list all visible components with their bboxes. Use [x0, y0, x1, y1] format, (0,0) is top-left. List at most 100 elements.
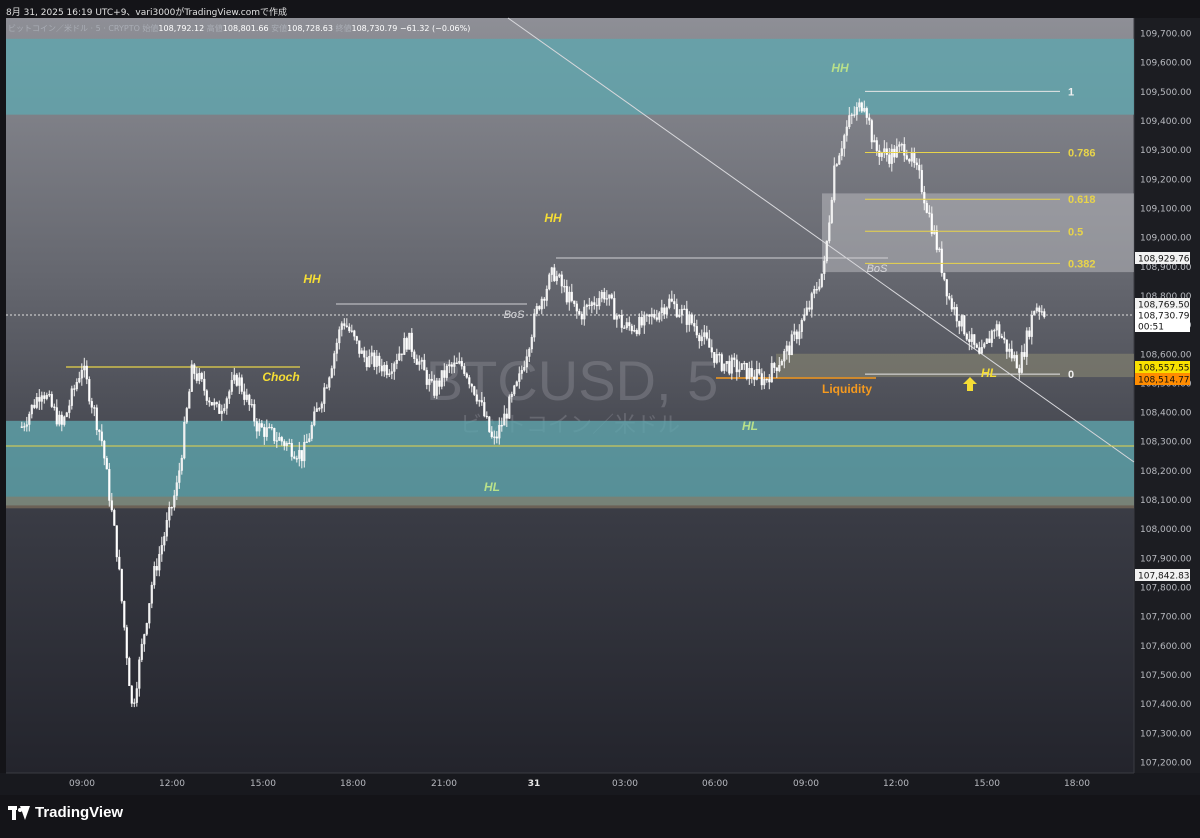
price-tick-label: 108,400.00 — [1140, 409, 1192, 419]
candle — [240, 374, 243, 395]
symbol-description[interactable]: ビットコイン／米ドル · 5 · CRYPTO — [8, 24, 140, 33]
price-tick-label: 109,600.00 — [1140, 59, 1192, 69]
svg-text:108,929.76: 108,929.76 — [1138, 255, 1190, 265]
structure-label[interactable]: HL — [742, 419, 758, 433]
time-tick-label: 06:00 — [702, 779, 728, 789]
close-label: 終値 — [335, 24, 352, 33]
svg-text:107,842.83: 107,842.83 — [1138, 572, 1190, 582]
candle — [88, 376, 91, 405]
svg-text:108,557.55: 108,557.55 — [1138, 364, 1190, 374]
low-value: 108,728.63 — [287, 24, 333, 33]
time-tick-label: 21:00 — [431, 779, 457, 789]
candle — [108, 462, 111, 507]
price-tag: 108,769.50 — [1135, 298, 1190, 311]
candle — [745, 362, 748, 381]
price-tick-label: 107,300.00 — [1140, 729, 1192, 739]
price-tag: 108,514.77 — [1135, 373, 1190, 386]
structure-label[interactable]: HL — [484, 480, 500, 494]
candle — [188, 388, 191, 409]
demand-olive-zone[interactable] — [776, 353, 1134, 378]
lower-demand-zone[interactable] — [6, 420, 1134, 506]
low-label: 安値 — [271, 24, 288, 33]
open-value: 108,792.12 — [158, 24, 205, 33]
price-tick-label: 108,300.00 — [1140, 438, 1192, 448]
price-tick-label: 107,600.00 — [1140, 642, 1192, 652]
candle — [185, 406, 188, 425]
price-tick-label: 108,000.00 — [1140, 525, 1192, 535]
price-tag: 00:51 — [1135, 320, 1190, 333]
price-tick-label: 107,400.00 — [1140, 700, 1192, 710]
time-tick-label: 09:00 — [793, 779, 819, 789]
price-tick-label: 108,200.00 — [1140, 467, 1192, 477]
time-tick-label: 15:00 — [974, 779, 1000, 789]
candle — [210, 401, 213, 406]
price-tick-label: 109,500.00 — [1140, 88, 1192, 98]
high-value: 108,801.66 — [222, 24, 269, 33]
candle — [963, 315, 966, 336]
time-tick-label: 18:00 — [340, 779, 366, 789]
change-value: −61.32 (−0.06%) — [399, 24, 471, 33]
structure-label[interactable]: Choch — [262, 370, 299, 384]
candle — [440, 370, 443, 390]
structure-label[interactable]: BoS — [504, 309, 525, 321]
time-tick-label: 03:00 — [612, 779, 638, 789]
price-tick-label: 107,200.00 — [1140, 759, 1192, 769]
candle — [740, 363, 743, 370]
structure-label[interactable]: HH — [831, 61, 849, 75]
upper-supply-zone[interactable] — [6, 38, 1134, 115]
time-tick-label: 15:00 — [250, 779, 276, 789]
price-tick-label: 109,400.00 — [1140, 117, 1192, 127]
price-tick-label: 107,900.00 — [1140, 554, 1192, 564]
time-tick-label: 12:00 — [159, 779, 185, 789]
price-tag: 107,842.83 — [1135, 569, 1190, 582]
candle — [825, 240, 828, 264]
candle — [820, 273, 823, 289]
tradingview-logo[interactable]: TradingView — [8, 804, 123, 821]
structure-label[interactable]: BoS — [867, 263, 888, 275]
price-tick-label: 108,600.00 — [1140, 350, 1192, 360]
tradingview-logo-text: TradingView — [35, 804, 124, 821]
price-tag: 108,929.76 — [1135, 252, 1190, 265]
price-chart-canvas[interactable]: BTCUSD, 5 ビットコイン／米ドル 10.7860.6180.50.382… — [0, 0, 1200, 833]
candle — [235, 373, 238, 387]
candle — [120, 568, 123, 604]
tradingview-logo-icon — [8, 805, 30, 820]
open-label: 始値 — [142, 24, 159, 33]
time-tick-label: 09:00 — [69, 779, 95, 789]
structure-label[interactable]: HH — [303, 272, 321, 286]
fib-level-label: 1 — [1068, 86, 1074, 98]
structure-label[interactable]: Liquidity — [822, 382, 872, 396]
price-tick-label: 109,700.00 — [1140, 30, 1192, 40]
tradingview-chart[interactable]: BTCUSD, 5 ビットコイン／米ドル 10.7860.6180.50.382… — [0, 0, 1200, 833]
fib-level-label: 0.786 — [1068, 148, 1096, 160]
candle — [408, 332, 411, 350]
close-value: 108,730.79 — [351, 24, 398, 33]
candle — [113, 508, 116, 526]
candle — [190, 360, 193, 392]
fib-level-label: 0.5 — [1068, 226, 1083, 238]
candle — [123, 600, 126, 631]
candle — [690, 312, 693, 326]
high-label: 高値 — [206, 24, 223, 33]
fib-level-label: 0.618 — [1068, 194, 1096, 206]
candle — [65, 411, 68, 418]
price-tick-label: 109,300.00 — [1140, 146, 1192, 156]
price-tick-label: 108,100.00 — [1140, 496, 1192, 506]
price-tick-label: 107,500.00 — [1140, 671, 1192, 681]
candle — [473, 385, 476, 397]
time-tick-label: 31 — [528, 779, 541, 789]
price-tick-label: 109,000.00 — [1140, 234, 1192, 244]
candle — [128, 656, 131, 687]
structure-label[interactable]: HH — [544, 211, 562, 225]
candle — [830, 197, 833, 224]
candle — [533, 308, 536, 342]
candle — [145, 622, 148, 637]
time-tick-label: 12:00 — [883, 779, 909, 789]
price-tag: 108,557.55 — [1135, 361, 1190, 374]
candle — [1033, 310, 1036, 316]
svg-text:00:51: 00:51 — [1138, 323, 1164, 333]
fib-level-label: 0.382 — [1068, 258, 1096, 270]
candle — [488, 416, 491, 433]
candle — [548, 272, 551, 291]
structure-label[interactable]: HL — [981, 366, 997, 380]
